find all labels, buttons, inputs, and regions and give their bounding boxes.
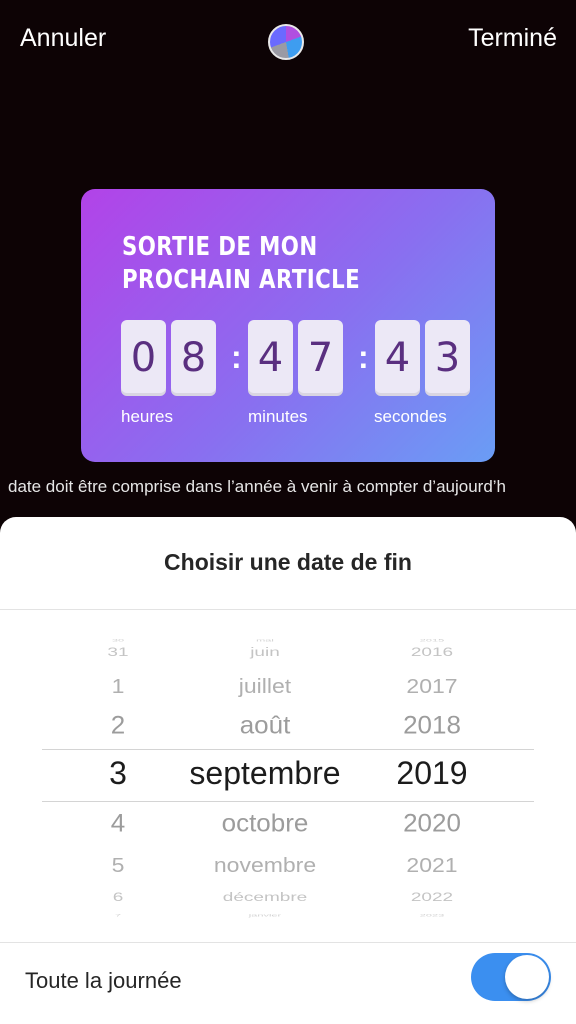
toggle-knob[interactable] bbox=[505, 955, 549, 999]
day-option[interactable]: 7 bbox=[80, 913, 156, 918]
day-option[interactable]: 31 bbox=[80, 647, 156, 659]
top-bar: Annuler Terminé bbox=[0, 0, 576, 80]
countdown-sticker[interactable]: Sortie de mon prochain article 0 8 : 4 7… bbox=[81, 189, 495, 462]
all-day-row: Toute la journée bbox=[0, 947, 576, 1024]
countdown-title-line2: prochain article bbox=[122, 265, 361, 295]
date-range-notice: date doit être comprise dans l’année à v… bbox=[0, 477, 576, 497]
month-option[interactable]: novembre bbox=[160, 855, 370, 875]
hours-digit-2: 8 bbox=[171, 320, 216, 396]
day-option[interactable]: 1 bbox=[80, 676, 156, 696]
end-date-sheet: Choisir une date de fin 30 31 1 2 3 4 5 6 7 mai j… bbox=[0, 517, 576, 1024]
selection-bottom-line bbox=[42, 801, 534, 802]
divider bbox=[0, 942, 576, 943]
day-option[interactable]: 30 bbox=[80, 638, 156, 643]
day-option-selected[interactable]: 3 bbox=[80, 757, 156, 789]
day-option[interactable]: 2 bbox=[80, 713, 156, 738]
done-button[interactable]: Terminé bbox=[468, 24, 557, 53]
year-option[interactable]: 2022 bbox=[380, 892, 484, 904]
month-option-selected[interactable]: septembre bbox=[160, 757, 370, 789]
month-option[interactable]: mai bbox=[160, 638, 370, 643]
month-option[interactable]: janvier bbox=[160, 913, 370, 918]
hours-digit-1: 0 bbox=[121, 320, 166, 396]
all-day-toggle[interactable] bbox=[471, 953, 551, 1001]
day-option[interactable]: 6 bbox=[80, 892, 156, 904]
year-option[interactable]: 2021 bbox=[380, 855, 484, 875]
time-separator: : bbox=[358, 339, 369, 375]
all-day-label: Toute la journée bbox=[25, 968, 182, 993]
month-option[interactable]: décembre bbox=[160, 892, 370, 904]
sheet-title: Choisir une date de fin bbox=[164, 549, 412, 575]
minutes-digit-1: 4 bbox=[248, 320, 293, 396]
day-option[interactable]: 4 bbox=[80, 811, 156, 836]
year-option[interactable]: 2018 bbox=[380, 713, 484, 738]
year-option[interactable]: 2015 bbox=[380, 638, 484, 643]
time-separator: : bbox=[231, 339, 242, 375]
year-option[interactable]: 2023 bbox=[380, 913, 484, 918]
minutes-label: minutes bbox=[248, 407, 308, 426]
month-option[interactable]: août bbox=[160, 713, 370, 738]
seconds-digit-2: 3 bbox=[425, 320, 470, 396]
year-option[interactable]: 2020 bbox=[380, 811, 484, 836]
selection-top-line bbox=[42, 749, 534, 750]
month-option[interactable]: juin bbox=[160, 647, 370, 659]
year-option[interactable]: 2016 bbox=[380, 647, 484, 659]
month-wheel[interactable]: mai juin juillet août septembre octobre novemb… bbox=[160, 635, 370, 935]
seconds-digit-1: 4 bbox=[375, 320, 420, 396]
notice-text: date doit être comprise dans l’année à v… bbox=[8, 477, 507, 496]
avatar[interactable] bbox=[268, 24, 304, 60]
year-option[interactable]: 2017 bbox=[380, 676, 484, 696]
countdown-title-line1: Sortie de mon bbox=[122, 232, 318, 262]
hours-label: heures bbox=[121, 407, 173, 426]
day-wheel[interactable]: 30 31 1 2 3 4 5 6 7 bbox=[80, 635, 156, 935]
divider bbox=[0, 609, 576, 610]
date-picker[interactable]: 30 31 1 2 3 4 5 6 7 mai juin juillet août septembre o… bbox=[0, 635, 576, 935]
minutes-digit-2: 7 bbox=[298, 320, 343, 396]
year-wheel[interactable]: 2015 2016 2017 2018 2019 2020 2021 2022 2023 bbox=[380, 635, 484, 935]
month-option[interactable]: octobre bbox=[160, 811, 370, 836]
month-option[interactable]: juillet bbox=[160, 676, 370, 696]
seconds-label: secondes bbox=[374, 407, 447, 426]
year-option-selected[interactable]: 2019 bbox=[380, 757, 484, 789]
cancel-button[interactable]: Annuler bbox=[20, 24, 106, 53]
day-option[interactable]: 5 bbox=[80, 855, 156, 875]
countdown-title: Sortie de mon prochain article bbox=[122, 231, 368, 297]
